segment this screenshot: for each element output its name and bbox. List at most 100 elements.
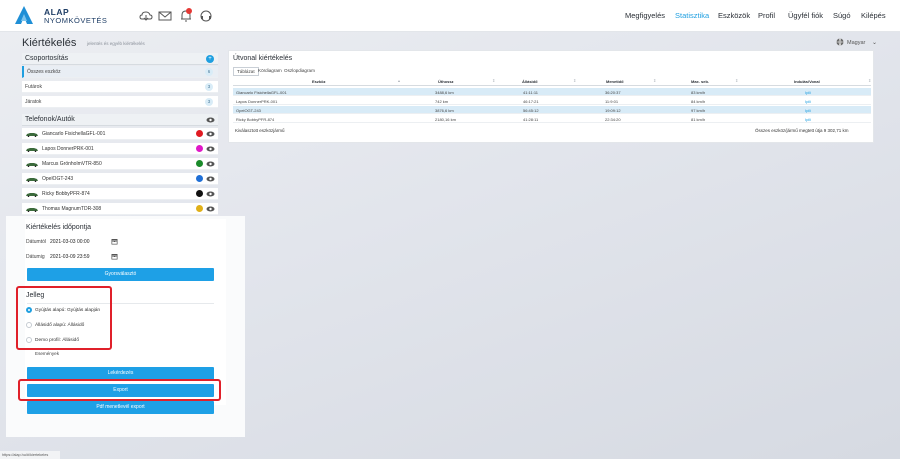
- car-icon: [26, 163, 38, 167]
- nav-kilepes[interactable]: Kilépés: [861, 11, 886, 20]
- status-bar-url: https://alap.hu/#/kiertekeles: [0, 451, 60, 459]
- eye-icon[interactable]: [206, 191, 215, 197]
- vehicle-name: Thomas MagnumTDR-308: [42, 206, 102, 212]
- group-label: Összes eszköz: [27, 69, 61, 75]
- nav-megfigyeles[interactable]: Megfigyelés: [625, 11, 665, 20]
- vehicle-name: Marcus GrönholmVTR-850: [42, 161, 102, 167]
- form-title: Kiértékelés időpontja: [26, 224, 91, 231]
- cell-distance: 742 km: [435, 99, 449, 104]
- date-to-input[interactable]: 2021-03-09 23:59: [50, 254, 89, 260]
- events-label[interactable]: Események: [35, 351, 59, 356]
- cell-idle-time: 41:28:11: [523, 117, 539, 122]
- vehicle-item[interactable]: Marcus GrönholmVTR-850: [22, 158, 218, 170]
- language-selector[interactable]: Magyar: [847, 40, 865, 46]
- eye-icon[interactable]: [206, 161, 215, 167]
- cell-max-speed: 97 km/h: [691, 108, 706, 113]
- column-header[interactable]: Max. seb.: [691, 79, 709, 84]
- eye-icon[interactable]: [206, 206, 215, 212]
- vehicle-name: Lapos DonnerPRK-001: [42, 146, 94, 152]
- page-subtitle: jelentés és egyéb kiértékelés: [87, 41, 145, 46]
- nav-ugyfel-fiok[interactable]: Ügyfél fiók: [788, 11, 823, 20]
- column-header[interactable]: Menetidő: [606, 79, 624, 84]
- nav-sugo[interactable]: Súgó: [833, 11, 851, 20]
- sort-icon[interactable]: ▴: [398, 78, 400, 83]
- globe-icon: [836, 38, 844, 46]
- footer-total: Összes eszköz/jármű megtett útja 9 302,7…: [755, 128, 849, 133]
- car-icon: [26, 208, 38, 212]
- column-header[interactable]: Indulás/Vonal: [794, 79, 820, 84]
- table-row[interactable]: Lapos DonnerPRK-001 742 km 46:17:21 11:9…: [233, 97, 871, 105]
- brand-tagline: NYOMKÖVETÉS: [44, 16, 108, 25]
- add-group-button[interactable]: +: [206, 55, 214, 63]
- chevron-down-icon[interactable]: ⌄: [872, 39, 877, 46]
- eye-icon[interactable]: [206, 176, 215, 182]
- eye-icon[interactable]: [206, 117, 215, 123]
- cloud-icon[interactable]: [139, 9, 153, 23]
- cell-route-link[interactable]: Ipili: [805, 99, 811, 104]
- report-title: Útvonal kiértékelés: [233, 55, 293, 62]
- quick-select-button[interactable]: Gyorsválasztó: [27, 268, 214, 281]
- cell-max-speed: 84 km/h: [691, 99, 706, 104]
- column-header[interactable]: Eszköz: [312, 79, 326, 84]
- cell-distance: 3488,6 km: [435, 90, 454, 95]
- vehicle-item[interactable]: OpelOGT-243: [22, 173, 218, 185]
- group-item-all[interactable]: Összes eszköz 6: [22, 66, 218, 78]
- pdf-export-button[interactable]: Pdf menetlevél export: [27, 401, 214, 414]
- car-icon: [26, 133, 38, 137]
- vehicle-color-dot: [196, 205, 203, 212]
- vehicle-color-dot: [196, 190, 203, 197]
- group-label: Futárok: [25, 84, 42, 90]
- nav-profil[interactable]: Profil: [758, 11, 775, 20]
- nav-statisztika[interactable]: Statisztika: [675, 11, 709, 20]
- cell-route-link[interactable]: Ipili: [805, 117, 811, 122]
- tab-bar-chart[interactable]: Oszlopdiagram: [281, 67, 318, 74]
- cell-idle-time: 46:17:21: [523, 99, 539, 104]
- groups-header: Csoportosítás +: [22, 53, 218, 65]
- sort-icon[interactable]: ⇕: [653, 78, 656, 83]
- nav-eszkozok[interactable]: Eszközök: [718, 11, 750, 20]
- vehicle-item[interactable]: Thomas MagnumTDR-308: [22, 203, 218, 215]
- groups-title: Csoportosítás: [25, 55, 69, 62]
- cell-idle-time: 56:45:12: [523, 108, 539, 113]
- table-row[interactable]: Ricky BobbyPFR-874 2180,16 km 41:28:11 2…: [233, 115, 871, 123]
- column-header[interactable]: Állásidő: [522, 79, 538, 84]
- sort-icon[interactable]: ⇕: [573, 78, 576, 83]
- cell-route-link[interactable]: Ipili: [805, 90, 811, 95]
- sort-icon[interactable]: ⇕: [868, 78, 871, 83]
- vehicle-item[interactable]: Ricky BobbyPFR-874: [22, 188, 218, 200]
- eye-icon[interactable]: [206, 131, 215, 137]
- date-from-label: Dátumtól: [26, 239, 47, 245]
- sort-icon[interactable]: ⇕: [492, 78, 495, 83]
- sort-icon[interactable]: ⇕: [735, 78, 738, 83]
- calendar-icon[interactable]: [111, 253, 118, 260]
- vehicle-item[interactable]: Giancarlo FisichellaGFL-001: [22, 128, 218, 140]
- cell-drive-time: 11:9:01: [605, 99, 619, 104]
- group-count: 6: [205, 68, 213, 76]
- car-icon: [26, 193, 38, 197]
- highlight-jelleg: [16, 286, 112, 350]
- eye-icon[interactable]: [206, 146, 215, 152]
- cell-drive-time: 19:09:12: [605, 108, 621, 113]
- group-item-routes[interactable]: Járatok 3: [22, 96, 218, 108]
- vehicle-item[interactable]: Lapos DonnerPRK-001: [22, 143, 218, 155]
- cell-route-link[interactable]: Ipili: [805, 108, 811, 113]
- cell-device: Giancarlo FisichellaGFL-001: [236, 90, 287, 95]
- headset-icon[interactable]: [199, 9, 213, 23]
- group-item-couriers[interactable]: Futárok 3: [22, 81, 218, 93]
- logo-icon: [15, 6, 33, 24]
- vehicles-title: Telefonok/Autók: [25, 116, 75, 123]
- cell-device: OpelOGT-243: [236, 108, 261, 113]
- cell-idle-time: 41:11:11: [523, 90, 538, 95]
- table-row[interactable]: OpelOGT-243 3876,6 km 56:45:12 19:09:12 …: [233, 106, 871, 114]
- notification-badge: [186, 8, 192, 14]
- mail-icon[interactable]: [158, 9, 172, 23]
- top-navbar: ALAP NYOMKÖVETÉS Megfigyelés Statisztika…: [0, 0, 900, 32]
- date-from-input[interactable]: 2021-03-03 00:00: [50, 239, 89, 245]
- calendar-icon[interactable]: [111, 238, 118, 245]
- group-count: 3: [205, 83, 213, 91]
- cell-distance: 2180,16 km: [435, 117, 456, 122]
- group-label: Járatok: [25, 99, 42, 105]
- table-row[interactable]: Giancarlo FisichellaGFL-001 3488,6 km 41…: [233, 88, 871, 96]
- vehicle-name: OpelOGT-243: [42, 176, 74, 182]
- column-header[interactable]: Úthossz: [438, 79, 454, 84]
